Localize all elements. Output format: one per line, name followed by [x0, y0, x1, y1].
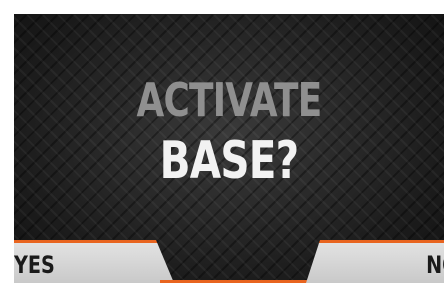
no-button[interactable]: NO	[306, 240, 444, 283]
prompt-title-line1: ACTIVATE	[136, 73, 322, 127]
yes-button[interactable]: YES	[14, 240, 174, 283]
prompt-title-line2: BASE?	[159, 131, 300, 191]
no-button-label: NO	[425, 251, 444, 279]
game-screen: ACTIVATE BASE? YES NO	[14, 14, 444, 283]
yes-button-label: YES	[14, 251, 55, 279]
